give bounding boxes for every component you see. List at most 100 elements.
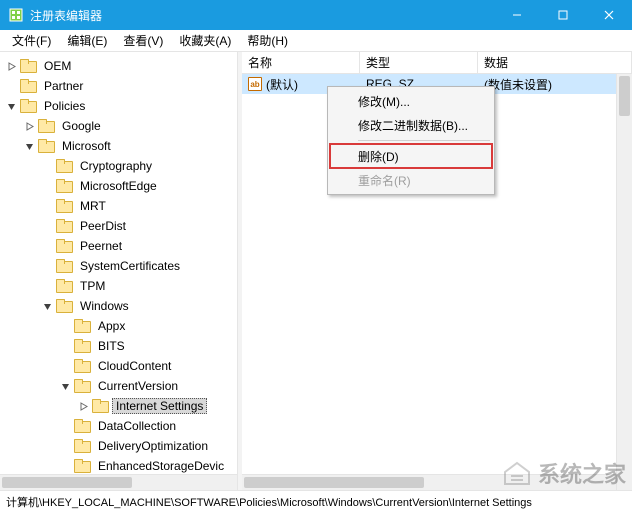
tree-node[interactable]: MRT [4,196,237,216]
regedit-icon [8,7,24,23]
close-button[interactable] [586,0,632,30]
tree-node[interactable]: DataCollection [4,416,237,436]
tree-node[interactable]: Partner [4,76,237,96]
folder-icon [74,379,90,393]
maximize-button[interactable] [540,0,586,30]
menu-file[interactable]: 文件(F) [4,30,59,51]
list-vertical-scrollbar[interactable] [616,74,632,490]
menu-help[interactable]: 帮助(H) [239,30,296,51]
folder-icon [92,399,108,413]
column-header-name[interactable]: 名称 [242,52,360,73]
tree-node[interactable]: CurrentVersion [4,376,237,396]
scrollbar-thumb[interactable] [619,76,630,116]
tree-node[interactable]: EnhancedStorageDevic [4,456,237,476]
menu-view[interactable]: 查看(V) [115,30,171,51]
chevron-down-icon[interactable] [40,299,54,313]
scrollbar-thumb[interactable] [2,477,132,488]
tree-node[interactable]: TPM [4,276,237,296]
tree-node[interactable]: CloudContent [4,356,237,376]
context-menu-item[interactable]: 修改二进制数据(B)... [330,113,492,137]
tree-node[interactable]: BITS [4,336,237,356]
tree-node[interactable]: OEM [4,56,237,76]
folder-icon [38,139,54,153]
status-path: 计算机\HKEY_LOCAL_MACHINE\SOFTWARE\Policies… [6,494,532,510]
tree-node[interactable]: Internet Settings [4,396,237,416]
tree-node-label: DeliveryOptimization [94,438,212,454]
tree-horizontal-scrollbar[interactable] [0,474,237,490]
folder-icon [56,219,72,233]
chevron-down-icon[interactable] [58,379,72,393]
tree-node[interactable]: Policies [4,96,237,116]
menu-separator [358,140,490,141]
list-horizontal-scrollbar[interactable] [242,474,616,490]
tree-node-label: CloudContent [94,358,175,374]
tree-node[interactable]: Cryptography [4,156,237,176]
tree-node-label: SystemCertificates [76,258,184,274]
column-header-type[interactable]: 类型 [360,52,478,73]
context-menu-item[interactable]: 修改(M)... [330,89,492,113]
folder-icon [20,59,36,73]
chevron-right-icon[interactable] [76,399,90,413]
tree-node-label: Policies [40,98,89,114]
folder-icon [74,339,90,353]
tree-node-label: Internet Settings [112,398,207,414]
tree-node-label: Windows [76,298,133,314]
titlebar: 注册表编辑器 [0,0,632,30]
folder-icon [56,279,72,293]
folder-icon [56,159,72,173]
window-title: 注册表编辑器 [30,7,494,24]
tree-node-label: Peernet [76,238,126,254]
menubar: 文件(F) 编辑(E) 查看(V) 收藏夹(A) 帮助(H) [0,30,632,52]
folder-icon [56,259,72,273]
tree-node-label: TPM [76,278,109,294]
folder-icon [74,439,90,453]
tree-node-label: OEM [40,58,75,74]
tree-node-label: PeerDist [76,218,130,234]
statusbar: 计算机\HKEY_LOCAL_MACHINE\SOFTWARE\Policies… [0,490,632,512]
column-header-data[interactable]: 数据 [478,52,632,73]
tree-node[interactable]: PeerDist [4,216,237,236]
tree-node-label: DataCollection [94,418,180,434]
folder-icon [56,199,72,213]
menu-favorites[interactable]: 收藏夹(A) [171,30,239,51]
folder-icon [74,359,90,373]
chevron-down-icon[interactable] [22,139,36,153]
context-menu-item[interactable]: 删除(D) [330,144,492,168]
string-value-icon: ab [248,77,262,91]
tree-node[interactable]: Peernet [4,236,237,256]
tree-node[interactable]: Windows [4,296,237,316]
menu-edit[interactable]: 编辑(E) [59,30,115,51]
window-buttons [494,0,632,30]
tree-pane[interactable]: OEM Partner Policies Google Microsoft Cryptog… [0,52,238,490]
folder-icon [56,179,72,193]
tree-node[interactable]: DeliveryOptimization [4,436,237,456]
tree-node[interactable]: SystemCertificates [4,256,237,276]
tree-node-label: MRT [76,198,110,214]
context-menu: 修改(M)...修改二进制数据(B)... 删除(D)重命名(R) [327,86,495,195]
tree-node-label: Cryptography [76,158,156,174]
context-menu-item: 重命名(R) [330,168,492,192]
tree-node-label: Partner [40,78,87,94]
tree-node[interactable]: Google [4,116,237,136]
tree-node-label: Appx [94,318,129,334]
chevron-down-icon[interactable] [4,99,18,113]
folder-icon [20,79,36,93]
minimize-button[interactable] [494,0,540,30]
tree-node-label: Google [58,118,105,134]
folder-icon [74,319,90,333]
folder-icon [56,239,72,253]
tree-node-label: EnhancedStorageDevic [94,458,228,474]
folder-icon [56,299,72,313]
chevron-right-icon[interactable] [22,119,36,133]
scrollbar-thumb[interactable] [244,477,424,488]
folder-icon [74,459,90,473]
tree-node-label: BITS [94,338,129,354]
tree-node[interactable]: Appx [4,316,237,336]
list-header: 名称 类型 数据 [242,52,632,74]
tree-node[interactable]: MicrosoftEdge [4,176,237,196]
folder-icon [74,419,90,433]
tree-node-label: MicrosoftEdge [76,178,161,194]
folder-icon [38,119,54,133]
tree-node[interactable]: Microsoft [4,136,237,156]
chevron-right-icon[interactable] [4,59,18,73]
